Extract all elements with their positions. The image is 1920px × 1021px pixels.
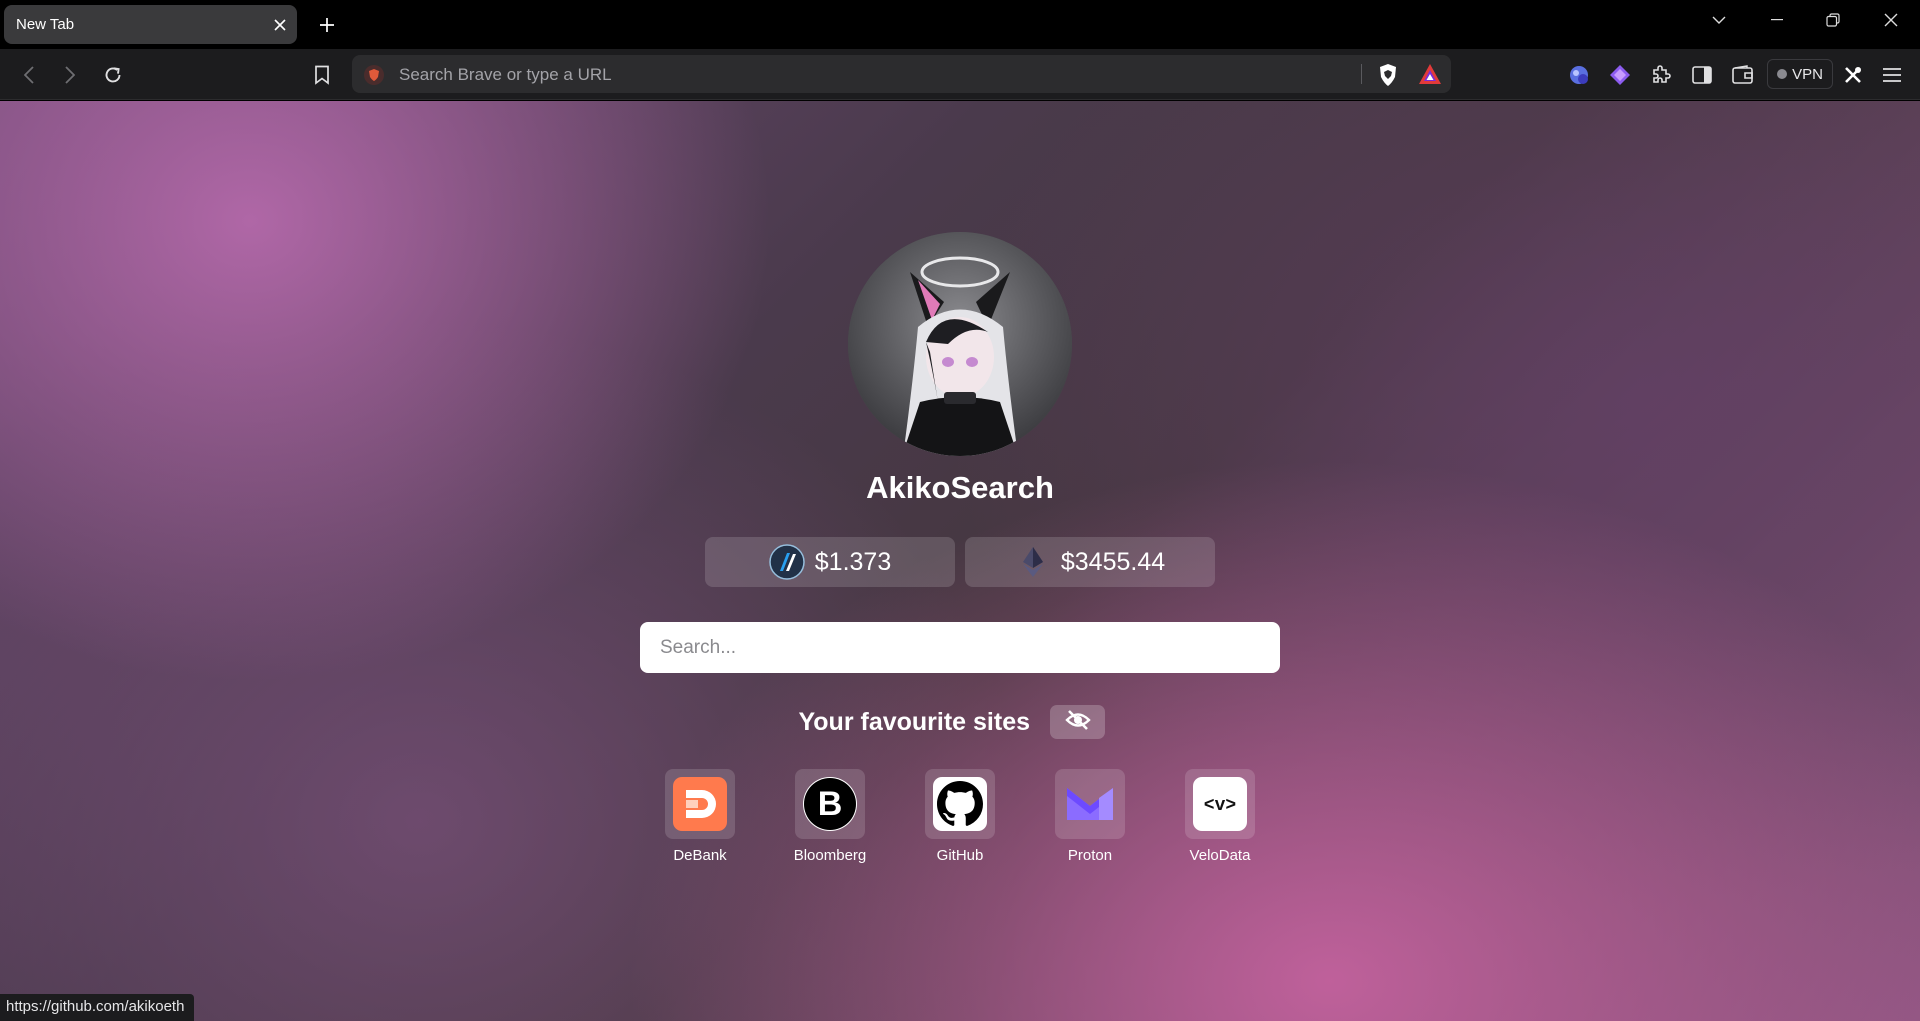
tab-search-chevron-icon[interactable] <box>1699 6 1739 34</box>
site-tile[interactable]: B <box>795 769 865 839</box>
page-title: AkikoSearch <box>866 470 1054 505</box>
tab-strip: New Tab <box>0 0 1920 49</box>
site-label: VeloData <box>1189 847 1251 864</box>
bookmark-icon[interactable] <box>308 61 336 89</box>
debank-icon <box>673 777 727 831</box>
favourite-site-bloomberg[interactable]: B Bloomberg <box>775 769 885 864</box>
site-label: Proton <box>1067 847 1113 864</box>
wallet-icon[interactable] <box>1729 61 1757 89</box>
sidebar-toggle-icon[interactable] <box>1688 61 1716 89</box>
browser-toolbar: Search Brave or type a URL VPN <box>0 49 1920 100</box>
site-tile[interactable] <box>665 769 735 839</box>
vpn-status-dot-icon <box>1777 69 1788 79</box>
site-label: GitHub <box>936 847 984 864</box>
address-bar[interactable]: Search Brave or type a URL <box>352 55 1451 93</box>
proton-icon <box>1063 777 1117 831</box>
site-tile[interactable] <box>1055 769 1125 839</box>
forward-arrow-icon[interactable] <box>56 61 84 89</box>
site-label: Bloomberg <box>793 847 867 864</box>
svg-text:B: B <box>818 785 843 823</box>
close-window-button[interactable] <box>1871 6 1911 34</box>
extensions-puzzle-icon[interactable] <box>1647 61 1675 89</box>
address-bar-divider <box>1361 64 1362 84</box>
avatar <box>848 232 1072 456</box>
site-tile[interactable] <box>925 769 995 839</box>
price-card-ethereum: $3455.44 <box>965 537 1215 587</box>
arbitrum-price: $1.373 <box>814 547 892 576</box>
hamburger-menu-icon[interactable] <box>1878 61 1906 89</box>
new-tab-button[interactable] <box>314 12 340 38</box>
search-input[interactable] <box>640 622 1280 673</box>
site-tile[interactable]: <v> <box>1185 769 1255 839</box>
extension-diamond-icon[interactable] <box>1606 61 1634 89</box>
brave-shields-icon[interactable] <box>1377 63 1399 92</box>
favourite-site-proton[interactable]: Proton <box>1035 769 1145 864</box>
hide-favourites-button[interactable] <box>1050 705 1105 739</box>
address-bar-placeholder: Search Brave or type a URL <box>399 65 612 84</box>
ethereum-price: $3455.44 <box>1060 547 1166 576</box>
brave-shield-page-icon <box>363 64 385 91</box>
brave-rewards-icon[interactable] <box>1418 63 1442 90</box>
favourites-heading: Your favourite sites <box>798 708 1030 736</box>
tab-close-icon[interactable] <box>269 14 291 36</box>
site-label: DeBank <box>673 847 727 864</box>
eye-off-icon <box>1064 709 1091 736</box>
link-status-bar: https://github.com/akikoeth <box>0 994 195 1021</box>
restore-button[interactable] <box>1813 6 1853 34</box>
bloomberg-icon: B <box>803 777 857 831</box>
vpn-label: VPN <box>1792 65 1823 83</box>
tab-new-tab[interactable]: New Tab <box>4 5 297 44</box>
new-tab-page: AkikoSearch $1.373 $3455.44 Your favouri… <box>0 101 1920 1021</box>
leo-ai-icon[interactable] <box>1839 61 1867 89</box>
arbitrum-icon <box>769 544 805 580</box>
ethereum-icon <box>1015 544 1051 580</box>
svg-text:<v>: <v> <box>1204 796 1236 816</box>
velodata-icon: <v> <box>1193 777 1247 831</box>
vpn-button[interactable]: VPN <box>1767 59 1833 89</box>
extension-profile-icon[interactable] <box>1565 61 1593 89</box>
minimize-button[interactable] <box>1757 6 1797 34</box>
back-arrow-icon[interactable] <box>15 61 43 89</box>
favourite-site-velodata[interactable]: <v> VeloData <box>1165 769 1275 864</box>
reload-icon[interactable] <box>99 61 127 89</box>
favourite-site-github[interactable]: GitHub <box>905 769 1015 864</box>
github-icon <box>933 777 987 831</box>
tab-title: New Tab <box>16 16 75 33</box>
price-card-arbitrum: $1.373 <box>705 537 955 587</box>
favourite-site-debank[interactable]: DeBank <box>645 769 755 864</box>
